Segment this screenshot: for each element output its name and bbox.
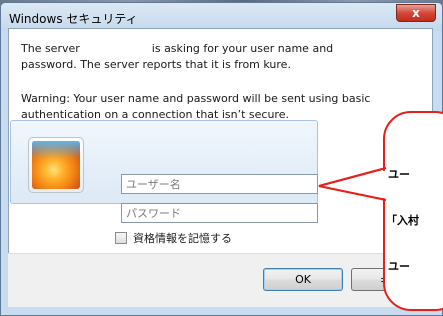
server-message-suffix: is asking for your user name and — [151, 42, 334, 55]
remember-credentials-label: 資格情報を記憶する — [133, 232, 232, 245]
password-input[interactable]: パスワード — [121, 203, 318, 223]
close-button[interactable]: x — [396, 4, 436, 22]
callout-text-line1: ユー — [388, 168, 410, 181]
close-icon: x — [412, 6, 420, 20]
ok-button-label: OK — [295, 273, 311, 286]
avatar — [28, 137, 84, 193]
server-message-prefix: The server — [21, 42, 80, 55]
button-bar: OK キャ — [8, 253, 433, 307]
user-flower-icon — [32, 141, 80, 189]
username-input[interactable]: ユーザー名 — [121, 174, 318, 194]
username-placeholder: ユーザー名 — [126, 178, 181, 191]
server-message-line1: The server is asking for your user name a… — [21, 41, 333, 57]
server-message-line2: password. The server reports that it is … — [21, 58, 291, 71]
remember-credentials-checkbox[interactable] — [115, 232, 127, 244]
callout-text-line3: ユー — [388, 260, 410, 273]
window-title: Windows セキュリティ — [9, 12, 138, 26]
warning-line1: Warning: Your user name and password wil… — [21, 92, 371, 105]
callout-text-line2: 「入村 — [386, 214, 419, 227]
title-bar[interactable]: Windows セキュリティ x — [1, 3, 442, 31]
ok-button[interactable]: OK — [263, 268, 343, 291]
password-placeholder: パスワード — [126, 207, 181, 220]
annotation-callout — [383, 111, 443, 311]
